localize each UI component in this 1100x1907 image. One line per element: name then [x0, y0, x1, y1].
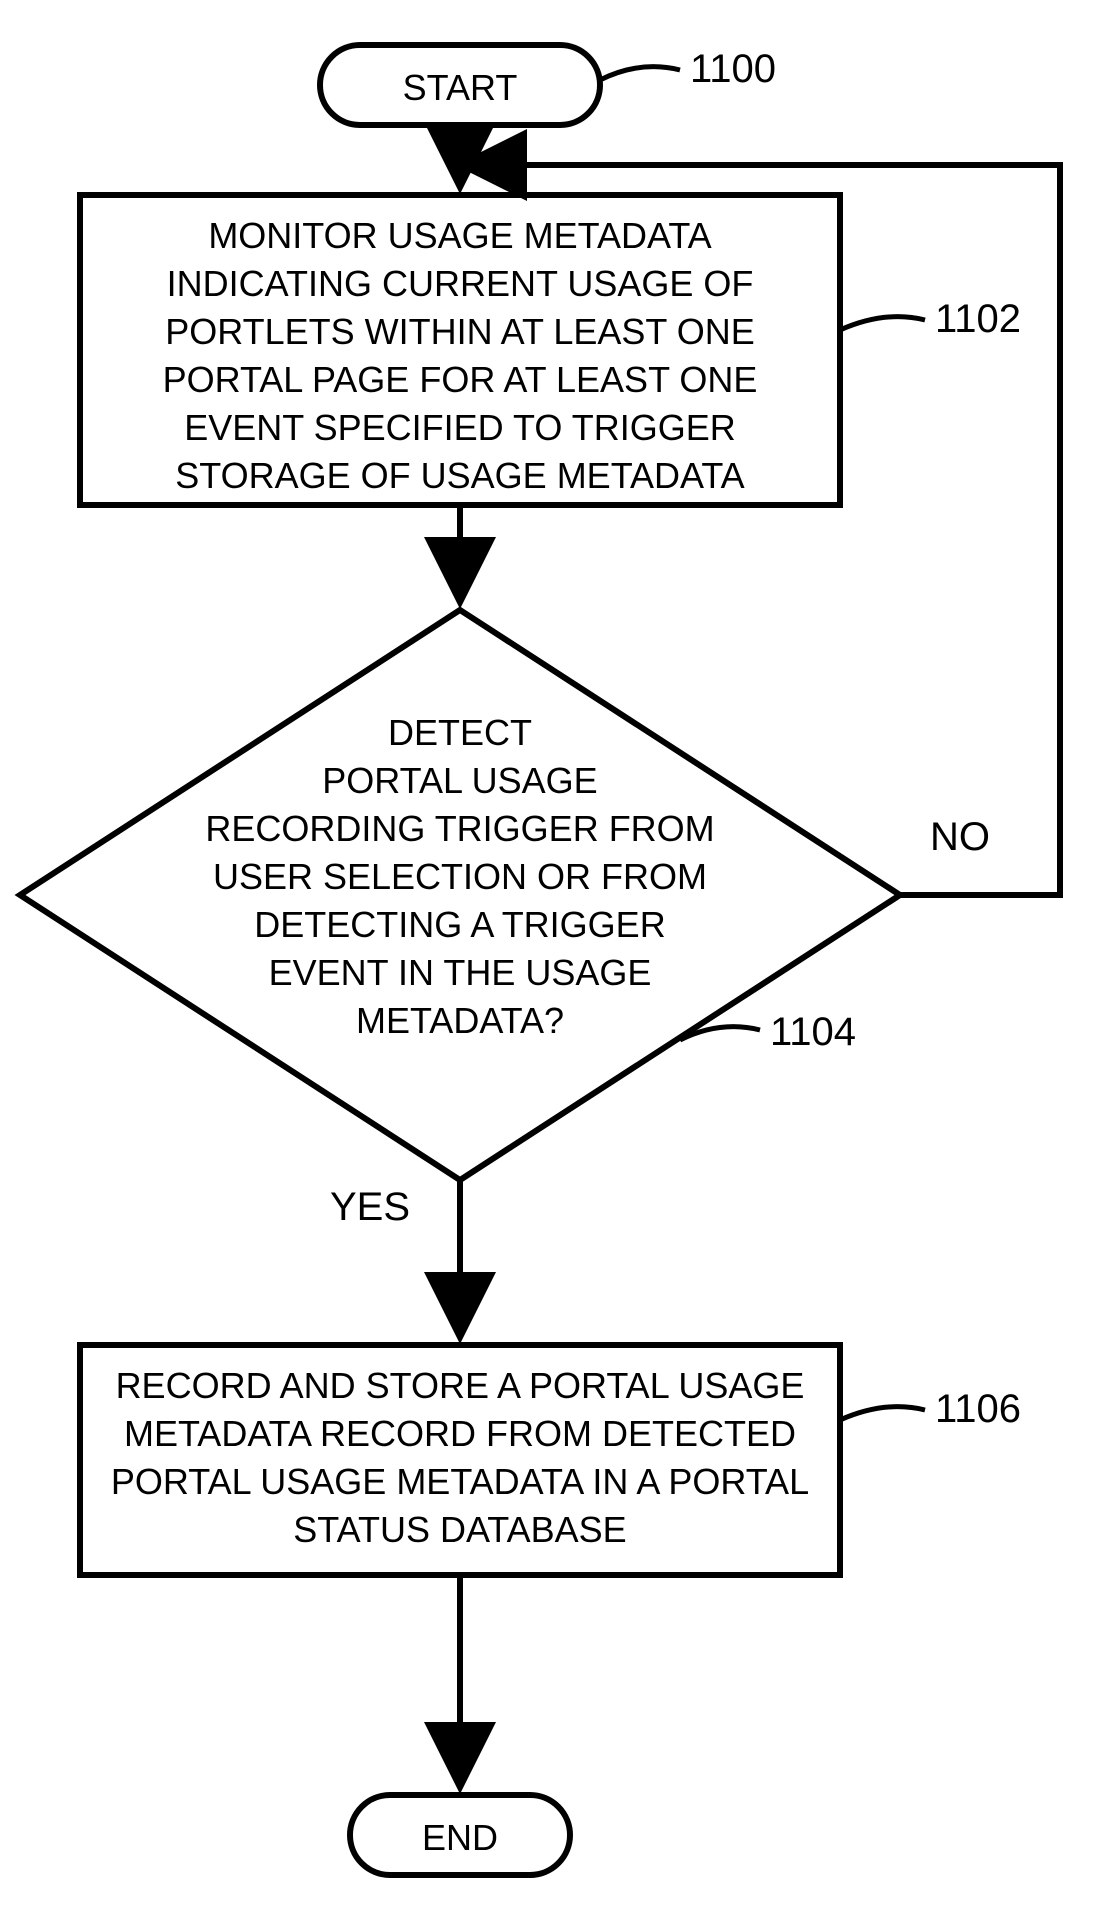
svg-text:DETECT: DETECT [388, 712, 532, 753]
svg-text:PORTLETS WITHIN AT LEAST ONE: PORTLETS WITHIN AT LEAST ONE [165, 311, 754, 352]
start-ref: 1100 [690, 47, 776, 91]
decision-node: DETECT PORTAL USAGE RECORDING TRIGGER FR… [20, 610, 900, 1180]
svg-text:RECORDING TRIGGER FROM: RECORDING TRIGGER FROM [205, 808, 714, 849]
process2-ref: 1106 [935, 1387, 1021, 1431]
svg-text:PORTAL PAGE FOR AT LEAST ONE: PORTAL PAGE FOR AT LEAST ONE [163, 359, 758, 400]
svg-text:USER SELECTION OR FROM: USER SELECTION OR FROM [213, 856, 707, 897]
svg-text:PORTAL USAGE METADATA IN A POR: PORTAL USAGE METADATA IN A PORTAL [111, 1461, 809, 1502]
svg-text:INDICATING CURRENT USAGE OF: INDICATING CURRENT USAGE OF [167, 263, 754, 304]
process1-node: MONITOR USAGE METADATA INDICATING CURREN… [80, 195, 840, 505]
start-label: START [403, 67, 518, 108]
svg-text:METADATA?: METADATA? [356, 1000, 564, 1041]
end-node: END [350, 1795, 570, 1875]
svg-text:RECORD AND STORE A PORTAL USAG: RECORD AND STORE A PORTAL USAGE [116, 1365, 805, 1406]
svg-text:METADATA RECORD FROM DETECTED: METADATA RECORD FROM DETECTED [124, 1413, 796, 1454]
decision-yes-label: YES [330, 1185, 410, 1229]
process1-ref: 1102 [935, 297, 1021, 341]
start-ref-leader [600, 67, 680, 80]
svg-text:DETECTING A TRIGGER: DETECTING A TRIGGER [254, 904, 665, 945]
flowchart: START 1100 MONITOR USAGE METADATA INDICA… [0, 0, 1100, 1907]
svg-text:EVENT SPECIFIED TO TRIGGER: EVENT SPECIFIED TO TRIGGER [184, 407, 735, 448]
process1-ref-leader [840, 317, 925, 330]
decision-no-label: NO [930, 815, 990, 859]
process2-node: RECORD AND STORE A PORTAL USAGE METADATA… [80, 1345, 840, 1575]
end-label: END [422, 1817, 498, 1858]
svg-text:STORAGE OF USAGE METADATA: STORAGE OF USAGE METADATA [175, 455, 744, 496]
process2-ref-leader [840, 1407, 925, 1420]
decision-ref: 1104 [770, 1010, 856, 1054]
svg-text:STATUS DATABASE: STATUS DATABASE [293, 1509, 626, 1550]
svg-text:PORTAL USAGE: PORTAL USAGE [322, 760, 597, 801]
svg-text:EVENT IN THE USAGE: EVENT IN THE USAGE [269, 952, 652, 993]
start-node: START [320, 45, 600, 125]
svg-text:MONITOR USAGE METADATA: MONITOR USAGE METADATA [208, 215, 711, 256]
